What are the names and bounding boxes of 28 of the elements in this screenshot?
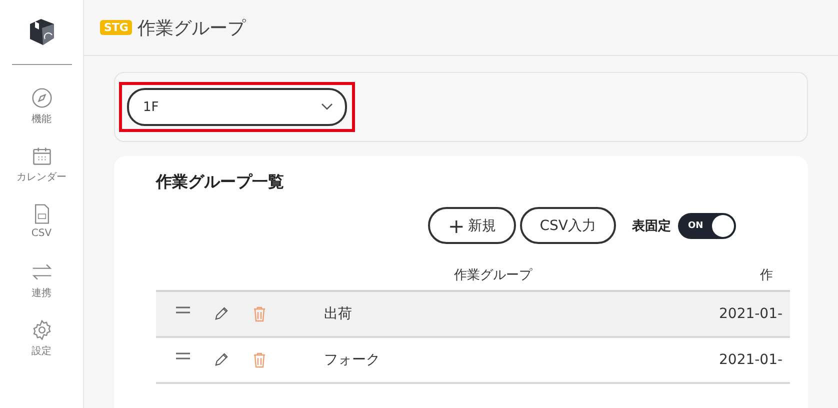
page-title: 作業グループ <box>137 16 246 40</box>
sidebar-item[interactable]: カレンダー <box>16 145 66 203</box>
chevron-down-icon <box>321 103 333 111</box>
sidebar-item[interactable]: 連携 <box>30 261 52 319</box>
table-cell: 2021-01- <box>719 352 783 368</box>
pin-toggle[interactable]: ON <box>678 212 736 238</box>
pin-label: 表固定 <box>632 218 672 234</box>
sidebar-item[interactable]: 機能 <box>30 87 52 145</box>
column-header: 作業グループ <box>454 267 532 284</box>
column-header: 作 <box>760 267 773 284</box>
environment-badge: STG <box>100 20 132 35</box>
drag-handle-icon[interactable] <box>176 352 190 360</box>
pencil-icon[interactable] <box>214 306 228 321</box>
table-cell: 2021-01- <box>719 306 783 322</box>
table-row[interactable]: 出荷 2021-01- <box>156 292 790 338</box>
pencil-icon[interactable] <box>214 352 228 367</box>
compass-icon <box>30 87 52 109</box>
calendar-icon <box>30 145 52 167</box>
settings-icon <box>30 319 52 341</box>
csv-import-button[interactable]: CSV入力 <box>520 207 616 244</box>
new-button[interactable]: +新規 <box>428 207 516 244</box>
drag-handle-icon[interactable] <box>176 306 190 314</box>
sidebar-item[interactable]: CSV <box>30 203 52 261</box>
table-cell-text: フォーク <box>324 351 381 369</box>
sidebar-item[interactable]: 設定 <box>30 319 52 377</box>
table-cell-text: 出荷 <box>324 305 353 323</box>
floor-select[interactable]: 1F <box>127 88 347 126</box>
card-title: 作業グループ一覧 <box>156 172 285 193</box>
